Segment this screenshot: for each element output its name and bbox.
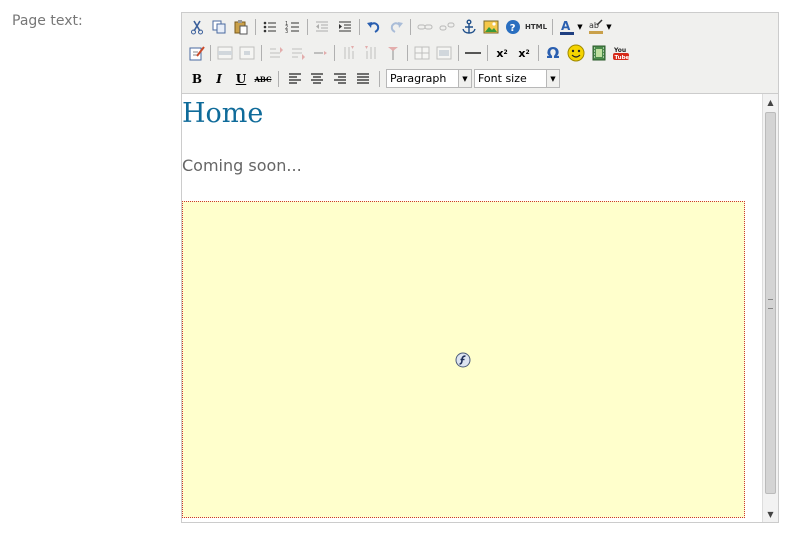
- underline-button[interactable]: U: [231, 69, 251, 89]
- toolbar-separator: [538, 45, 539, 61]
- media-icon[interactable]: [589, 43, 609, 63]
- emoticon-icon[interactable]: [566, 43, 586, 63]
- format-select-value: Paragraph: [390, 72, 447, 85]
- toolbar-separator: [552, 19, 553, 35]
- toolbar-separator: [261, 45, 262, 61]
- toolbar-row-2: x2 x2 Ω You Tube: [185, 41, 775, 65]
- help-icon[interactable]: ?: [503, 17, 523, 37]
- flash-embed-placeholder[interactable]: [182, 201, 745, 518]
- link-icon[interactable]: [415, 17, 435, 37]
- youtube-icon[interactable]: You Tube: [611, 43, 631, 63]
- page-text-label: Page text:: [12, 13, 83, 29]
- rich-text-editor: 123 ? HTML A ▼ ab ▼ x 2 x 2 Ω You Tube B…: [181, 12, 779, 523]
- text-color-dropdown-icon[interactable]: ▼: [575, 17, 585, 37]
- scroll-down-icon[interactable]: ▼: [763, 506, 778, 522]
- paste-icon[interactable]: [231, 17, 251, 37]
- toolbar-row-3: B I U ABC Paragraph ▼ Font size ▼: [185, 67, 775, 91]
- svg-text:A: A: [561, 19, 571, 33]
- highlight-color-icon[interactable]: ab: [586, 17, 606, 37]
- insert-row-before-icon[interactable]: [266, 43, 286, 63]
- text-color-icon[interactable]: A: [557, 17, 577, 37]
- toolbar-row-1: 123 ? HTML A ▼ ab ▼: [185, 15, 775, 39]
- delete-row-icon[interactable]: [310, 43, 330, 63]
- toolbar-separator: [458, 45, 459, 61]
- bold-button[interactable]: B: [187, 69, 207, 89]
- insert-col-after-icon[interactable]: [361, 43, 381, 63]
- toolbar-separator: [407, 45, 408, 61]
- subscript-button[interactable]: x2: [492, 43, 512, 63]
- horizontal-rule-icon[interactable]: [463, 43, 483, 63]
- cell-props-icon[interactable]: [237, 43, 257, 63]
- html-source-button[interactable]: HTML: [524, 17, 548, 37]
- undo-icon[interactable]: [364, 17, 384, 37]
- insert-image-icon[interactable]: [481, 17, 501, 37]
- insert-row-after-icon[interactable]: [288, 43, 308, 63]
- chevron-down-icon: ▼: [546, 70, 559, 87]
- insert-col-before-icon[interactable]: [339, 43, 359, 63]
- align-center-icon[interactable]: [307, 69, 327, 89]
- split-cells-icon[interactable]: [412, 43, 432, 63]
- italic-button[interactable]: I: [209, 69, 229, 89]
- content-heading: Home: [182, 98, 264, 129]
- align-justify-icon[interactable]: [353, 69, 373, 89]
- toolbar-separator: [278, 71, 279, 87]
- bullet-list-icon[interactable]: [260, 17, 280, 37]
- row-props-icon[interactable]: [215, 43, 235, 63]
- svg-text:3: 3: [285, 29, 288, 35]
- scroll-up-icon[interactable]: ▲: [763, 94, 778, 110]
- indent-icon[interactable]: [335, 17, 355, 37]
- chevron-down-icon: ▼: [458, 70, 471, 87]
- highlight-dropdown-icon[interactable]: ▼: [604, 17, 614, 37]
- toolbar-separator: [379, 71, 380, 87]
- scrollbar-thumb[interactable]: [765, 112, 776, 494]
- flash-icon: [455, 352, 471, 368]
- svg-text:ab: ab: [589, 21, 599, 30]
- toolbar-separator: [334, 45, 335, 61]
- superscript-button[interactable]: x2: [514, 43, 534, 63]
- outdent-icon[interactable]: [312, 17, 332, 37]
- align-right-icon[interactable]: [330, 69, 350, 89]
- merge-cells-icon[interactable]: [434, 43, 454, 63]
- align-left-icon[interactable]: [285, 69, 305, 89]
- delete-col-icon[interactable]: [383, 43, 403, 63]
- anchor-icon[interactable]: [459, 17, 479, 37]
- cut-icon[interactable]: [187, 17, 207, 37]
- cleanup-icon[interactable]: [187, 43, 207, 63]
- toolbar-separator: [487, 45, 488, 61]
- charmap-button[interactable]: Ω: [543, 43, 563, 63]
- toolbar-separator: [410, 19, 411, 35]
- content-paragraph: Coming soon...: [182, 156, 302, 175]
- toolbar-separator: [359, 19, 360, 35]
- editor-content-area[interactable]: Home Coming soon...: [182, 94, 763, 522]
- svg-text:You: You: [613, 47, 626, 54]
- font-size-select[interactable]: Font size ▼: [474, 69, 560, 88]
- superscript-label: x: [518, 46, 526, 60]
- subscript-label: x: [496, 46, 504, 60]
- vertical-scrollbar[interactable]: ▲ ▼: [762, 94, 778, 522]
- toolbar-separator: [210, 45, 211, 61]
- copy-icon[interactable]: [209, 17, 229, 37]
- format-select[interactable]: Paragraph ▼: [386, 69, 472, 88]
- grip-icon: [768, 299, 773, 309]
- strikethrough-button[interactable]: ABC: [253, 69, 273, 89]
- toolbar-separator: [307, 19, 308, 35]
- toolbar-separator: [255, 19, 256, 35]
- redo-icon[interactable]: [386, 17, 406, 37]
- svg-text:?: ?: [510, 23, 516, 34]
- unlink-icon[interactable]: [437, 17, 457, 37]
- editor-toolbar: 123 ? HTML A ▼ ab ▼ x 2 x 2 Ω You Tube B…: [182, 13, 778, 94]
- numbered-list-icon[interactable]: 123: [283, 17, 303, 37]
- font-size-select-value: Font size: [478, 72, 527, 85]
- svg-text:Tube: Tube: [615, 55, 630, 61]
